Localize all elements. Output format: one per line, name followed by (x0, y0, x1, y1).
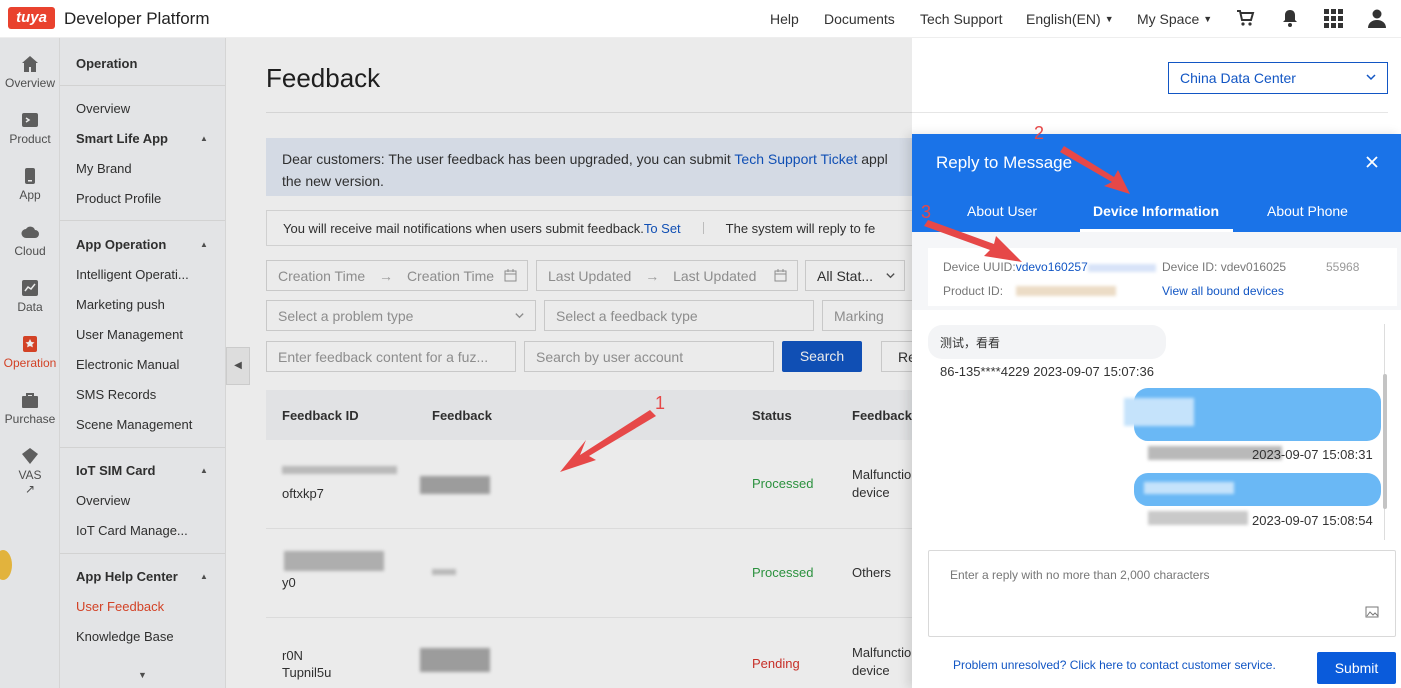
annotation-label-3: 3 (921, 202, 932, 222)
annotation-arrow-2 (1060, 146, 1130, 194)
annotation-arrow-1 (560, 410, 656, 472)
annotation-label-1: 1 (655, 393, 666, 413)
annotation-label-2: 2 (1034, 123, 1045, 143)
annotation-arrows (560, 146, 1130, 472)
annotation-arrow-3 (924, 220, 1022, 262)
